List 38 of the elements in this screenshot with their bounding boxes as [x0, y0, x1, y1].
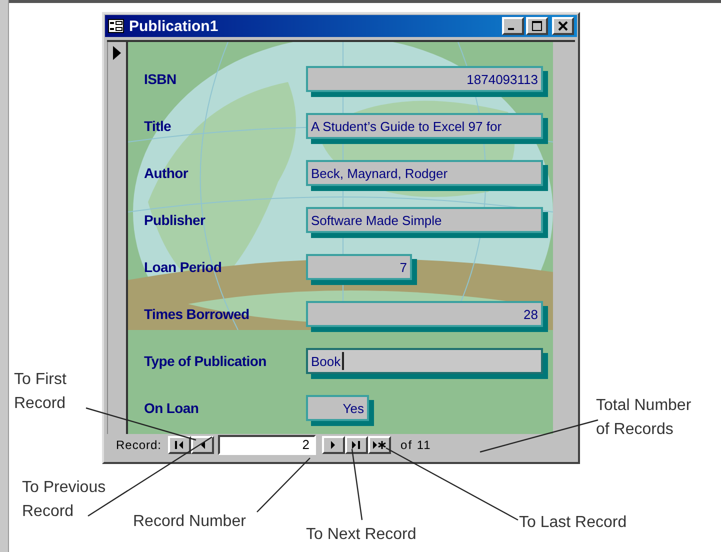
record-count: of 11: [400, 438, 432, 452]
new-record-button[interactable]: [368, 436, 391, 454]
callout-label: Total Number of Records: [596, 396, 692, 440]
record-number-field[interactable]: 2: [218, 435, 316, 455]
last-record-icon: [352, 441, 361, 449]
close-icon: [558, 21, 568, 31]
field-label: On Loan: [144, 400, 200, 416]
leader-line: [351, 448, 363, 520]
window-title: Publication1: [129, 18, 220, 34]
field-label: Type of Publication: [144, 353, 268, 369]
field-label: Loan Period: [144, 259, 223, 275]
current-record-icon: [113, 46, 121, 60]
previous-record-icon: [200, 441, 205, 449]
new-record-icon: [372, 441, 386, 449]
callout-label: To Last Record: [519, 513, 627, 533]
record-selector[interactable]: [107, 42, 128, 434]
minimize-button[interactable]: [502, 17, 524, 35]
next-record-button[interactable]: [322, 436, 345, 454]
callout-label: To First Record: [14, 370, 66, 414]
field-label: Publisher: [144, 212, 206, 228]
callout-label: To Previous Record: [22, 478, 106, 522]
text-cursor: [342, 352, 344, 370]
callout-label: Record Number: [133, 512, 246, 532]
maximize-button[interactable]: [526, 17, 548, 35]
callout-label: To Next Record: [306, 525, 416, 545]
last-record-button[interactable]: [344, 436, 368, 454]
field-label: Title: [144, 118, 172, 134]
minimize-icon: [508, 28, 514, 30]
record-label: Record:: [116, 438, 162, 452]
first-record-icon: [174, 441, 184, 449]
first-record-button[interactable]: [168, 436, 191, 454]
field-label: Author: [144, 165, 190, 181]
field-label: ISBN: [144, 71, 178, 87]
form-icon: [108, 19, 124, 33]
leader-line: [256, 458, 310, 512]
maximize-icon: [532, 21, 542, 31]
next-record-icon: [330, 441, 336, 449]
close-button[interactable]: [552, 17, 574, 35]
